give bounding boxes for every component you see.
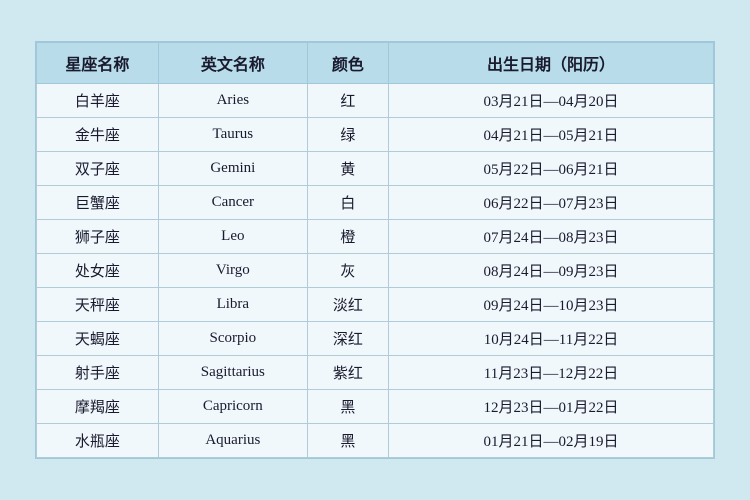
cell-date: 06月22日—07月23日 xyxy=(389,186,714,220)
cell-date: 01月21日—02月19日 xyxy=(389,424,714,458)
table-row: 天秤座Libra淡红09月24日—10月23日 xyxy=(37,288,714,322)
cell-english: Aquarius xyxy=(158,424,307,458)
cell-date: 11月23日—12月22日 xyxy=(389,356,714,390)
cell-chinese: 双子座 xyxy=(37,152,159,186)
cell-date: 08月24日—09月23日 xyxy=(389,254,714,288)
cell-chinese: 狮子座 xyxy=(37,220,159,254)
cell-chinese: 白羊座 xyxy=(37,84,159,118)
cell-chinese: 天秤座 xyxy=(37,288,159,322)
table-row: 处女座Virgo灰08月24日—09月23日 xyxy=(37,254,714,288)
cell-english: Capricorn xyxy=(158,390,307,424)
cell-english: Leo xyxy=(158,220,307,254)
cell-date: 09月24日—10月23日 xyxy=(389,288,714,322)
cell-date: 03月21日—04月20日 xyxy=(389,84,714,118)
cell-english: Aries xyxy=(158,84,307,118)
cell-english: Cancer xyxy=(158,186,307,220)
cell-color: 绿 xyxy=(307,118,388,152)
cell-color: 白 xyxy=(307,186,388,220)
cell-color: 灰 xyxy=(307,254,388,288)
cell-date: 12月23日—01月22日 xyxy=(389,390,714,424)
header-chinese: 星座名称 xyxy=(37,43,159,84)
cell-english: Sagittarius xyxy=(158,356,307,390)
cell-english: Gemini xyxy=(158,152,307,186)
cell-date: 07月24日—08月23日 xyxy=(389,220,714,254)
header-color: 颜色 xyxy=(307,43,388,84)
cell-color: 深红 xyxy=(307,322,388,356)
cell-english: Taurus xyxy=(158,118,307,152)
cell-color: 淡红 xyxy=(307,288,388,322)
cell-chinese: 水瓶座 xyxy=(37,424,159,458)
cell-chinese: 天蝎座 xyxy=(37,322,159,356)
table-row: 双子座Gemini黄05月22日—06月21日 xyxy=(37,152,714,186)
cell-english: Virgo xyxy=(158,254,307,288)
cell-english: Libra xyxy=(158,288,307,322)
cell-english: Scorpio xyxy=(158,322,307,356)
table-header-row: 星座名称 英文名称 颜色 出生日期（阳历） xyxy=(37,43,714,84)
cell-color: 黄 xyxy=(307,152,388,186)
cell-color: 黑 xyxy=(307,424,388,458)
cell-chinese: 处女座 xyxy=(37,254,159,288)
header-english: 英文名称 xyxy=(158,43,307,84)
zodiac-table: 星座名称 英文名称 颜色 出生日期（阳历） 白羊座Aries红03月21日—04… xyxy=(36,42,714,458)
cell-color: 红 xyxy=(307,84,388,118)
zodiac-table-container: 星座名称 英文名称 颜色 出生日期（阳历） 白羊座Aries红03月21日—04… xyxy=(35,41,715,459)
cell-color: 黑 xyxy=(307,390,388,424)
cell-color: 紫红 xyxy=(307,356,388,390)
cell-date: 04月21日—05月21日 xyxy=(389,118,714,152)
cell-chinese: 摩羯座 xyxy=(37,390,159,424)
cell-color: 橙 xyxy=(307,220,388,254)
cell-chinese: 金牛座 xyxy=(37,118,159,152)
table-row: 金牛座Taurus绿04月21日—05月21日 xyxy=(37,118,714,152)
table-row: 摩羯座Capricorn黑12月23日—01月22日 xyxy=(37,390,714,424)
cell-date: 10月24日—11月22日 xyxy=(389,322,714,356)
table-row: 射手座Sagittarius紫红11月23日—12月22日 xyxy=(37,356,714,390)
table-row: 白羊座Aries红03月21日—04月20日 xyxy=(37,84,714,118)
table-row: 狮子座Leo橙07月24日—08月23日 xyxy=(37,220,714,254)
header-date: 出生日期（阳历） xyxy=(389,43,714,84)
cell-chinese: 射手座 xyxy=(37,356,159,390)
cell-date: 05月22日—06月21日 xyxy=(389,152,714,186)
cell-chinese: 巨蟹座 xyxy=(37,186,159,220)
table-row: 水瓶座Aquarius黑01月21日—02月19日 xyxy=(37,424,714,458)
table-row: 巨蟹座Cancer白06月22日—07月23日 xyxy=(37,186,714,220)
table-row: 天蝎座Scorpio深红10月24日—11月22日 xyxy=(37,322,714,356)
